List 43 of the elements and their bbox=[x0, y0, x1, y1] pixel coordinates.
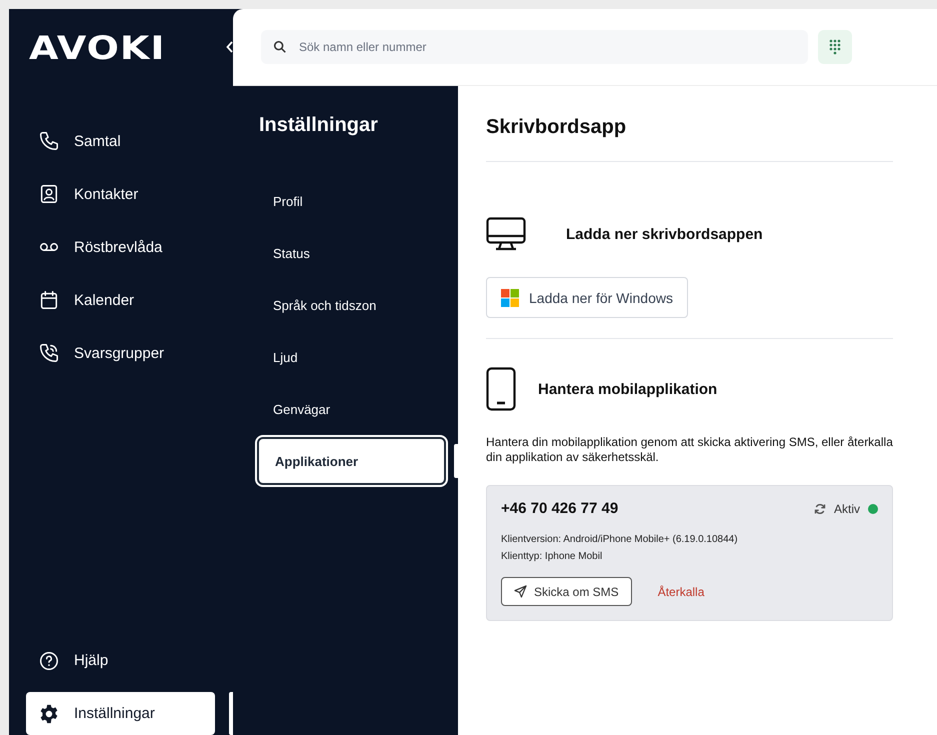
settings-menu-item[interactable]: Ljud bbox=[257, 333, 447, 381]
contact-card-icon bbox=[38, 183, 60, 205]
logo: AVOKI bbox=[29, 28, 166, 68]
description-text: Hantera din mobilapplikation genom att skicka aktivering SMS, eller återkalla din applikation av säkerhetsskäl. bbox=[486, 435, 893, 465]
search-input[interactable]: Sök namn eller nummer bbox=[297, 39, 781, 55]
settings-menu-item[interactable]: Genvägar bbox=[257, 385, 447, 433]
windows-logo-icon bbox=[501, 288, 519, 306]
monitor-icon bbox=[486, 217, 526, 251]
settings-menu-item[interactable]: Status bbox=[257, 229, 447, 277]
client-version-text: Klientversion: Android/iPhone Mobile+ (6.19.0.10844) bbox=[501, 533, 739, 547]
nav-item[interactable]: Hjälp bbox=[26, 639, 216, 682]
smartphone-icon bbox=[486, 367, 516, 411]
download-windows-button[interactable]: Ladda ner för Windows bbox=[486, 277, 688, 318]
settings-menu-item[interactable]: Språk och tidszon bbox=[257, 281, 447, 329]
help-icon bbox=[38, 650, 60, 672]
nav-item[interactable]: Kontakter bbox=[26, 176, 216, 212]
phone-icon bbox=[38, 130, 60, 152]
nav-item[interactable]: Kalender bbox=[26, 282, 216, 318]
nav-item[interactable]: Svarsgrupper bbox=[26, 335, 216, 371]
gear-icon bbox=[38, 702, 60, 724]
revoke-link[interactable]: Återkalla bbox=[658, 584, 704, 598]
dialpad-button[interactable] bbox=[818, 30, 852, 64]
settings-menu-item[interactable]: Applikationer bbox=[257, 437, 446, 485]
status-text: Aktiv bbox=[834, 502, 860, 516]
send-icon bbox=[514, 585, 527, 598]
nav-item[interactable]: Inställningar bbox=[26, 692, 216, 735]
phone-number: +46 70 426 77 49 bbox=[501, 500, 618, 517]
dialpad-icon bbox=[829, 39, 841, 55]
page-title: Skrivbordsapp bbox=[486, 86, 893, 162]
client-type-text: Klienttyp: Iphone Mobil bbox=[501, 550, 604, 564]
settings-menu-item[interactable]: Profil bbox=[257, 177, 447, 225]
nav-item[interactable]: Röstbrevlåda bbox=[26, 229, 216, 265]
selection-marker bbox=[229, 692, 233, 735]
search-field[interactable]: Sök namn eller nummer bbox=[261, 30, 808, 64]
resend-sms-button[interactable]: Skicka om SMS bbox=[501, 577, 632, 606]
nav-item[interactable]: Samtal bbox=[26, 123, 216, 159]
refresh-icon[interactable] bbox=[814, 502, 826, 514]
calendar-icon bbox=[38, 289, 60, 311]
section-heading: Ladda ner skrivbordsappen bbox=[566, 226, 763, 242]
phone-group-icon bbox=[38, 342, 60, 364]
search-icon bbox=[273, 40, 287, 54]
section-heading: Hantera mobilapplikation bbox=[538, 380, 718, 398]
settings-title: Inställningar bbox=[259, 114, 379, 137]
